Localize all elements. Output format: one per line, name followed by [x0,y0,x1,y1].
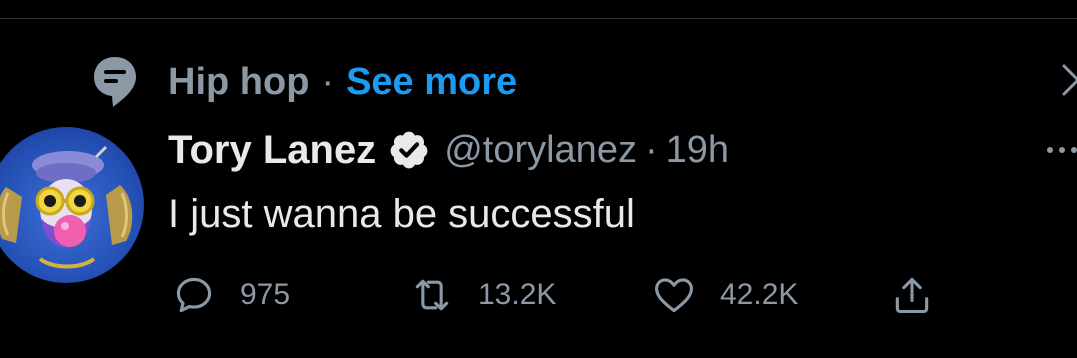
topic-bubble-icon [94,57,136,107]
retweet-icon [415,279,449,311]
reply-count: 975 [240,278,291,311]
tweet-text: I just wanna be successful [168,192,635,236]
avatar-image [0,145,133,269]
topic-row: Hip hop · See more [168,58,517,106]
topic-name[interactable]: Hip hop [168,61,309,104]
more-icon[interactable] [1040,140,1077,160]
share-icon [895,277,929,314]
retweet-count: 13.2K [478,278,557,311]
verified-badge-icon [390,131,428,169]
author-name[interactable]: Tory Lanez [168,128,376,173]
topic-separator: · [321,60,335,103]
divider [0,18,1077,19]
tweet-screen: Hip hop · See more Tory Lanez @torylanez… [0,0,1077,358]
share-button[interactable] [890,270,934,320]
timestamp[interactable]: 19h [666,129,729,172]
see-more-link[interactable]: See more [346,61,517,104]
avatar[interactable] [0,127,144,283]
reply-icon [176,277,212,313]
author-handle[interactable]: @torylanez [444,129,637,172]
like-button[interactable]: 42.2K [652,270,798,320]
heart-icon [655,278,693,313]
like-count: 42.2K [720,278,799,311]
tweet-header: Tory Lanez @torylanez · 19h [168,126,729,174]
timestamp-separator: · [644,128,658,171]
retweet-button[interactable]: 13.2K [410,270,556,320]
reply-button[interactable]: 975 [172,270,290,320]
close-icon[interactable] [1054,62,1077,98]
